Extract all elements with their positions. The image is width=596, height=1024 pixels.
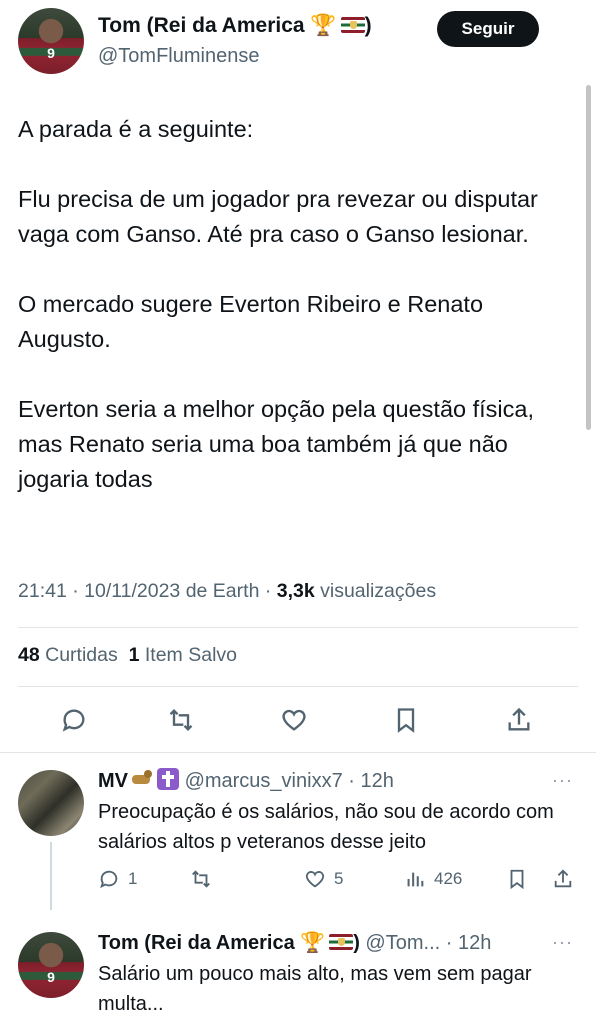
flag-icon	[329, 934, 354, 950]
like-button[interactable]	[274, 700, 314, 740]
reply-views-button[interactable]: 426	[404, 868, 462, 890]
tweet-text: A parada é a seguinte: Flu precisa de um…	[18, 112, 578, 532]
bookmark-icon	[510, 869, 524, 890]
heart-icon	[282, 709, 306, 731]
view-count: 426	[434, 869, 463, 888]
divider	[18, 686, 578, 687]
reply-avatar[interactable]	[18, 770, 84, 836]
retweet-button[interactable]	[161, 700, 201, 740]
share-icon	[554, 869, 572, 888]
reply-reply-button[interactable]: 1	[98, 868, 137, 890]
likes-count: 48	[18, 644, 40, 666]
author-name-suffix: )	[364, 14, 372, 37]
tweet-actions	[0, 700, 596, 740]
tweet-paragraph: Everton seria a melhor opção pela questã…	[18, 396, 534, 492]
author-display-name: Tom (Rei da America	[98, 14, 305, 37]
scrollbar[interactable]	[586, 85, 591, 430]
divider	[18, 627, 578, 628]
reply-text: Preocupação é os salários, não sou de ac…	[98, 801, 554, 853]
author-handle[interactable]: @TomFluminense	[98, 45, 259, 68]
trophy-icon: 🏆	[310, 14, 337, 37]
author-avatar[interactable]: 9	[18, 8, 84, 74]
reply-handle[interactable]: @marcus_vinixx7	[185, 770, 343, 792]
reply-icon	[62, 709, 85, 732]
reply-header: Tom (Rei da America 🏆) @Tom... · 12h	[98, 930, 491, 955]
thread-line	[50, 842, 52, 910]
tweet-paragraph: O mercado sugere Everton Ribeiro e Renat…	[18, 291, 484, 352]
reply-display-name[interactable]: MV	[98, 770, 128, 792]
views-icon	[407, 872, 424, 887]
reply-header: MV @marcus_vinixx7 · 12h	[98, 768, 394, 793]
reply-like-button[interactable]: 5	[304, 868, 343, 890]
reply-share-button[interactable]	[552, 868, 574, 890]
divider	[0, 752, 596, 753]
tweet-page: 9 Tom (Rei da America 🏆) @TomFluminense …	[0, 0, 596, 1024]
reply-name-suffix: )	[353, 932, 360, 954]
bookmark-button[interactable]	[386, 700, 426, 740]
reply-time[interactable]: · 12h	[348, 770, 394, 792]
tweet-meta: 21:41 · 10/11/2023 de Earth · 3,3k visua…	[18, 580, 436, 603]
likes-label: Curtidas	[45, 644, 118, 666]
heart-icon	[305, 871, 325, 888]
more-icon[interactable]: ···	[552, 770, 573, 791]
reply-avatar[interactable]: 9	[18, 932, 84, 998]
saves-label: Item Salvo	[144, 644, 237, 666]
tweet-paragraph: Flu precisa de um jogador pra revezar ou…	[18, 186, 538, 247]
follow-button[interactable]: Seguir	[437, 11, 539, 47]
reply-count: 1	[128, 869, 138, 888]
tweet-paragraph: A parada é a seguinte:	[18, 116, 254, 142]
retweet-icon	[192, 870, 210, 888]
reply-icon	[100, 870, 118, 889]
reply-bookmark-button[interactable]	[506, 868, 528, 890]
dog-emoji-icon	[130, 769, 154, 789]
tweet-timestamp[interactable]: 21:41 · 10/11/2023 de Earth ·	[18, 580, 271, 602]
flag-icon	[340, 17, 365, 33]
reply-display-name[interactable]: Tom (Rei da America	[98, 932, 295, 954]
reply-time[interactable]: · 12h	[446, 932, 492, 954]
saves-stat[interactable]: 1 Item Salvo	[129, 644, 237, 666]
reply-button[interactable]	[54, 700, 94, 740]
more-icon[interactable]: ···	[552, 932, 573, 953]
reply-handle[interactable]: @Tom...	[365, 932, 440, 954]
views-label: visualizações	[320, 580, 437, 602]
author-name[interactable]: Tom (Rei da America 🏆)	[98, 14, 372, 38]
like-count: 5	[334, 869, 344, 888]
retweet-icon	[169, 709, 193, 731]
likes-stat[interactable]: 48 Curtidas	[18, 644, 118, 666]
cross-emoji-icon	[157, 768, 179, 790]
share-icon	[508, 707, 530, 731]
bookmark-icon	[397, 708, 415, 733]
share-button[interactable]	[499, 700, 539, 740]
trophy-icon: 🏆	[300, 932, 326, 954]
reply-retweet-button[interactable]	[190, 868, 212, 890]
avatar-jersey-number: 9	[47, 44, 55, 61]
avatar-jersey-number: 9	[47, 968, 55, 985]
tweet-header: 9 Tom (Rei da America 🏆) @TomFluminense …	[0, 0, 596, 90]
reply-text: Salário um pouco mais alto, mas vem sem …	[98, 963, 532, 1015]
views-count: 3,3k	[276, 580, 315, 602]
reply-actions: 1 5 426	[98, 868, 588, 898]
tweet-stats: 48 Curtidas 1 Item Salvo	[18, 644, 237, 667]
saves-count: 1	[128, 644, 140, 666]
